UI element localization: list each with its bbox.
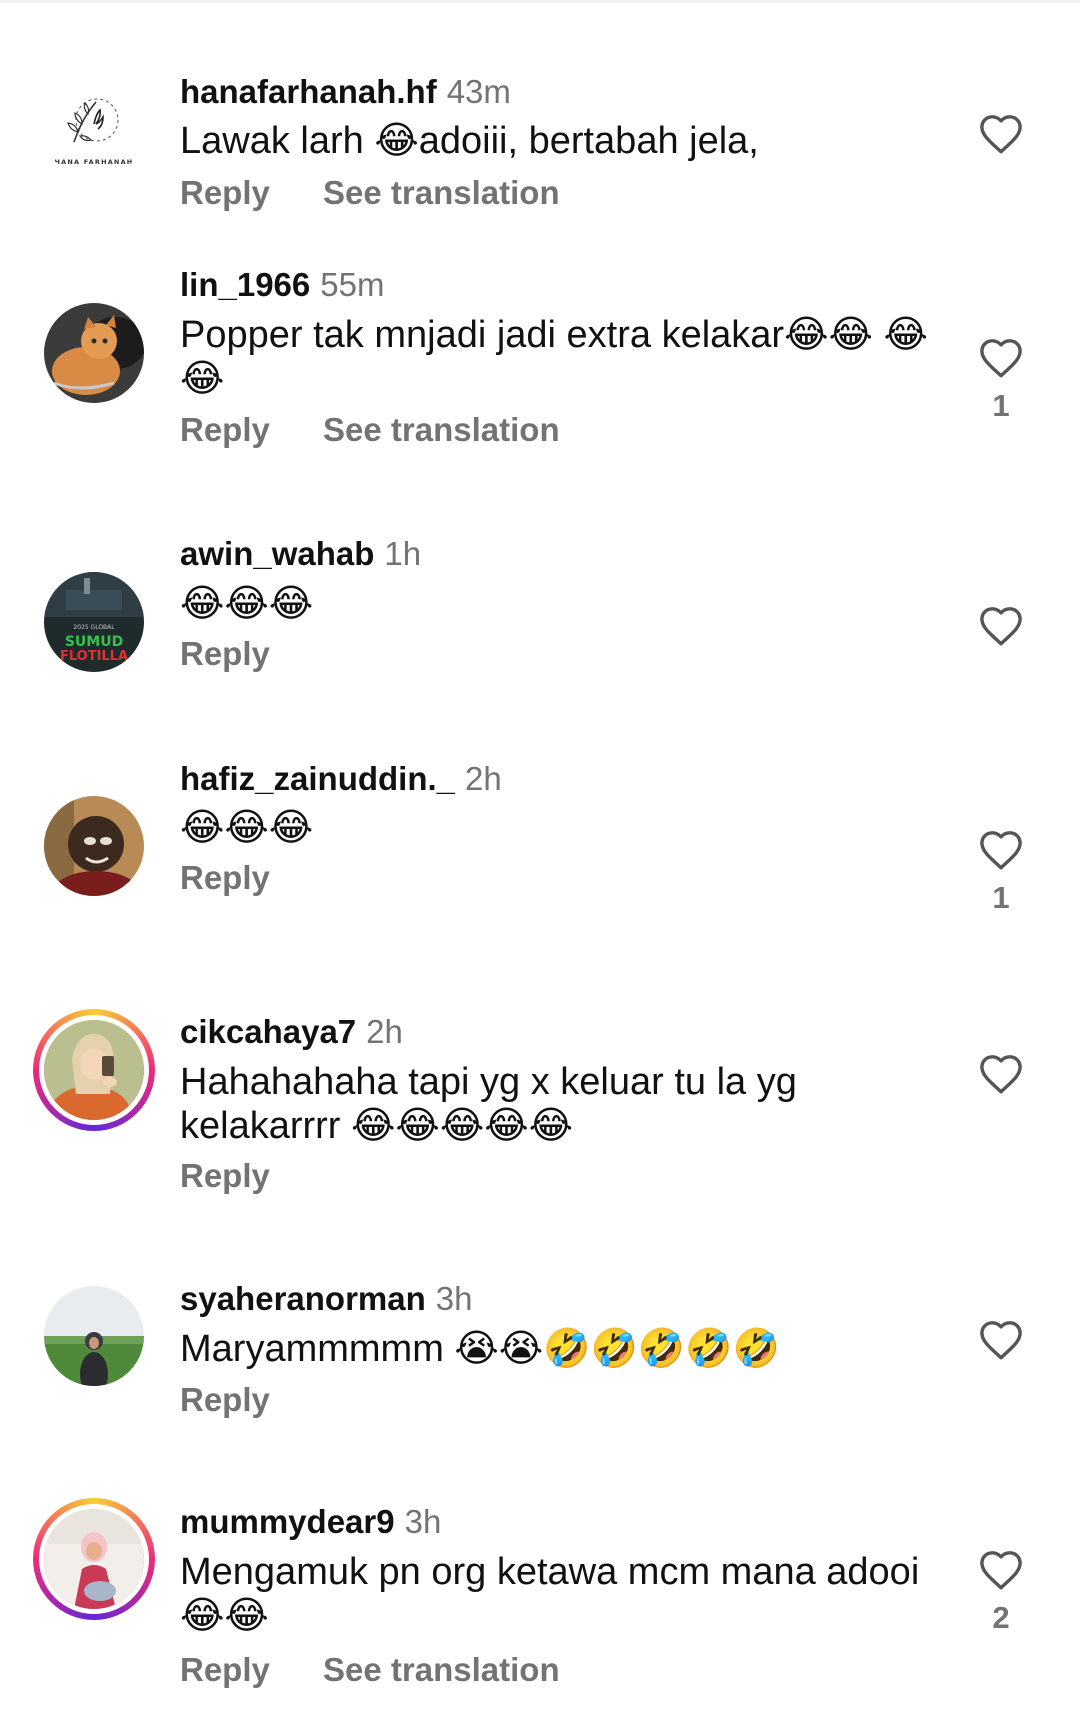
avatar[interactable]: 2025 GLOBAL SUMUD FLOTILLA [44, 572, 144, 672]
avatar[interactable] [44, 1286, 144, 1386]
comment-timestamp: 2h [366, 1013, 403, 1050]
avatar-logo-image: HANA FARHANAH [44, 80, 144, 180]
svg-text:2025 GLOBAL: 2025 GLOBAL [73, 624, 115, 631]
comment-username[interactable]: hanafarhanah.hf [180, 73, 437, 110]
avatar-with-story-ring[interactable] [33, 1498, 155, 1620]
reply-button[interactable]: Reply [180, 858, 270, 898]
comment-timestamp: 3h [435, 1280, 473, 1317]
comment-text: Hahahahaha tapi yg x keluar tu la yg kel… [180, 1061, 797, 1147]
reply-button[interactable]: Reply [180, 1380, 270, 1420]
heart-outline-icon[interactable] [978, 1319, 1024, 1361]
reply-button[interactable]: Reply [180, 173, 270, 213]
svg-text:FLOTILLA: FLOTILLA [60, 649, 128, 664]
avatar-logo-text: HANA FARHANAH [55, 158, 134, 166]
comment-text: Maryammmmm 😭😭🤣🤣🤣🤣🤣 [180, 1328, 780, 1370]
heart-outline-icon[interactable] [978, 337, 1024, 379]
comment-username[interactable]: awin_wahab [180, 535, 374, 572]
comment-timestamp: 55m [320, 266, 385, 303]
reply-button[interactable]: Reply [180, 634, 270, 674]
like-count: 2 [992, 1600, 1010, 1635]
avatar[interactable]: HANA FARHANAH [44, 80, 144, 180]
avatar-photo [44, 796, 144, 896]
see-translation-button[interactable]: See translation [323, 410, 560, 450]
comment-text: 😂😂😂 [180, 583, 314, 625]
avatar-photo [44, 303, 144, 403]
comment-username[interactable]: lin_1966 [180, 266, 310, 303]
comment-username[interactable]: hafiz_zainuddin._ [180, 760, 455, 797]
reply-button[interactable]: Reply [180, 1650, 270, 1690]
avatar-photo [44, 1286, 144, 1386]
see-translation-button[interactable]: See translation [323, 1650, 560, 1690]
comment-timestamp: 1h [384, 535, 422, 572]
like-count: 1 [992, 388, 1010, 423]
reply-button[interactable]: Reply [180, 1156, 270, 1196]
comment-username[interactable]: syaheranorman [180, 1280, 426, 1317]
heart-outline-icon[interactable] [978, 1549, 1024, 1591]
avatar-poster-image: 2025 GLOBAL SUMUD FLOTILLA [44, 572, 144, 672]
avatar-poster-text: SUMUD [65, 634, 123, 650]
avatar[interactable] [44, 796, 144, 896]
comment-timestamp: 3h [404, 1503, 442, 1540]
comment-text: Mengamuk pn org ketawa mcm mana adooi😂😂 [180, 1551, 920, 1637]
avatar-with-story-ring[interactable] [33, 1009, 155, 1131]
comment-text: 😂😂😂 [180, 807, 314, 849]
comment-text: Popper tak mnjadi jadi extra kelakar😂😂 😂… [180, 314, 928, 400]
reply-button[interactable]: Reply [180, 410, 270, 450]
heart-outline-icon[interactable] [978, 113, 1024, 155]
top-divider [0, 0, 1080, 3]
avatar-photo [44, 1509, 144, 1609]
heart-outline-icon[interactable] [978, 605, 1024, 647]
comment-text: Lawak larh 😂adoiii, bertabah jela, [180, 120, 759, 162]
see-translation-button[interactable]: See translation [323, 173, 560, 213]
comment-username[interactable]: mummydear9 [180, 1503, 395, 1540]
comment-timestamp: 43m [446, 73, 511, 110]
heart-outline-icon[interactable] [978, 829, 1024, 871]
heart-outline-icon[interactable] [978, 1053, 1024, 1095]
like-count: 1 [992, 880, 1010, 915]
comment-timestamp: 2h [465, 760, 502, 797]
avatar-illustration [44, 1020, 144, 1120]
comment-username[interactable]: cikcahaya7 [180, 1013, 356, 1050]
avatar[interactable] [44, 303, 144, 403]
